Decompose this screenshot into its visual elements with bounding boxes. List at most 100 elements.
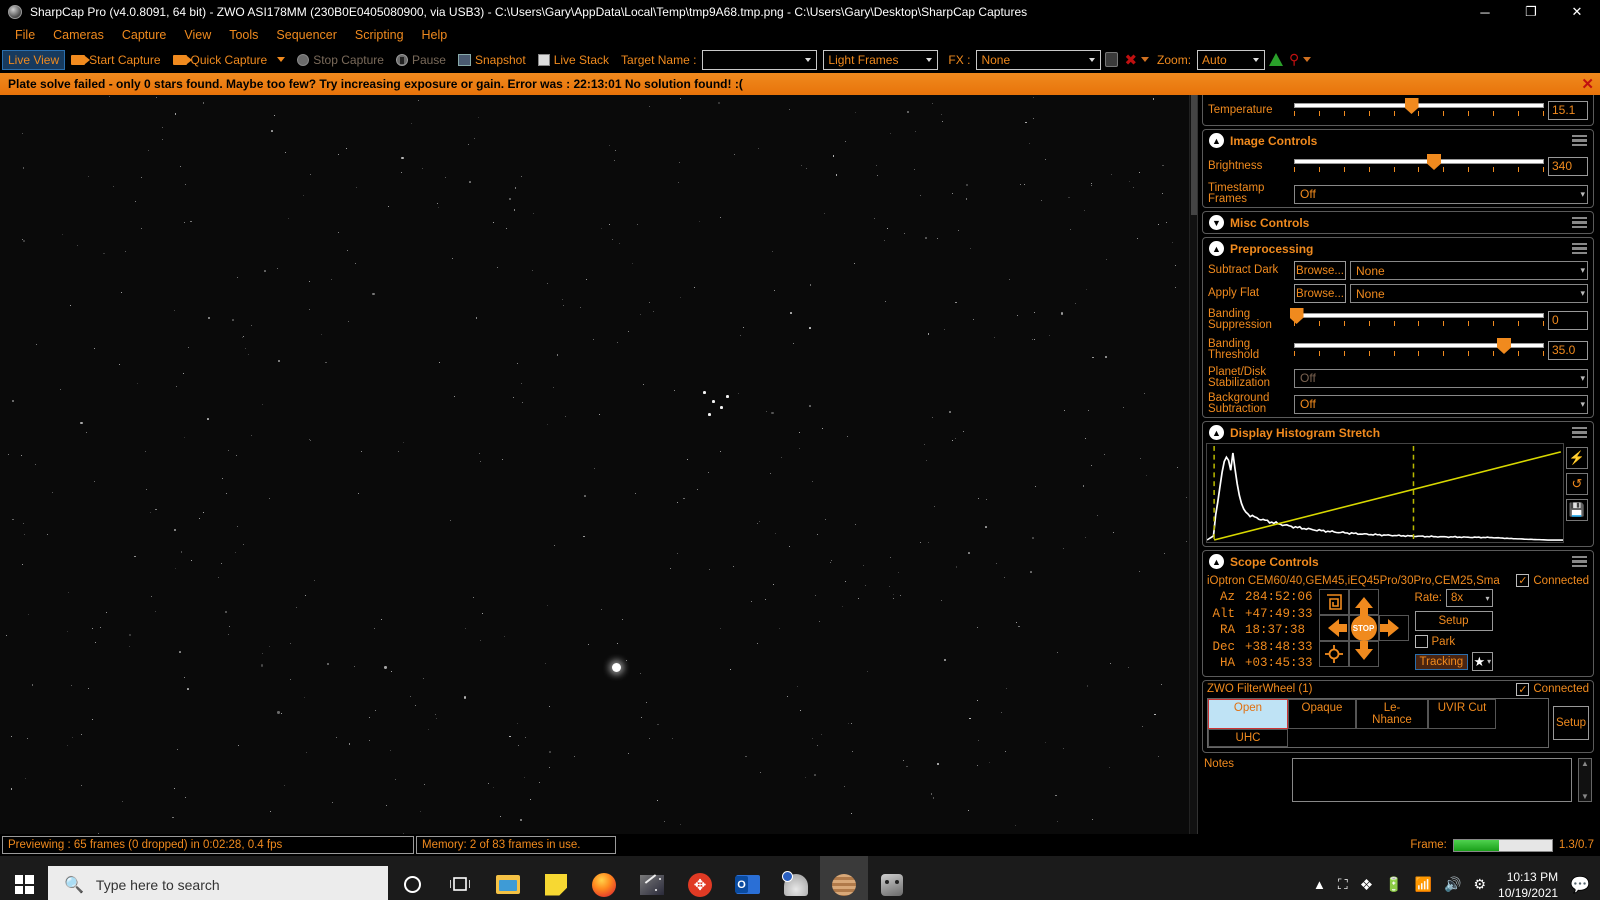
banding-threshold-slider[interactable] <box>1294 337 1544 363</box>
minimize-button[interactable]: ─ <box>1462 0 1508 24</box>
chevron-down-icon[interactable] <box>1141 57 1150 62</box>
quick-capture-button[interactable]: Quick Capture <box>167 50 292 70</box>
subtract-dark-select[interactable]: None ▾ <box>1350 261 1588 280</box>
banding-suppression-value[interactable]: 0 <box>1548 310 1588 330</box>
save-icon[interactable]: 💾 <box>1566 499 1588 521</box>
menu-item-cameras[interactable]: Cameras <box>44 26 113 44</box>
rate-select[interactable]: 8x ▾ <box>1446 589 1493 607</box>
chevron-down-icon[interactable]: ▾ <box>1580 399 1585 410</box>
stop-capture-button[interactable]: Stop Capture <box>291 50 390 70</box>
filter-button-opaque[interactable]: Opaque <box>1288 698 1356 729</box>
chevron-down-icon[interactable]: ▼ <box>1209 215 1224 230</box>
chevron-down-icon[interactable] <box>801 51 814 69</box>
crosshair-button[interactable]: ✖ <box>1122 49 1151 71</box>
tracking-mode-select[interactable]: ★ ▾ <box>1472 652 1493 671</box>
start-button[interactable] <box>0 856 48 900</box>
snapshot-button[interactable]: Snapshot <box>452 50 532 70</box>
preprocessing-header[interactable]: ▲ Preprocessing <box>1203 238 1593 259</box>
notes-textarea[interactable] <box>1292 757 1572 802</box>
pause-button[interactable]: Pause <box>390 50 452 70</box>
filter-button-uhc[interactable]: UHC <box>1208 728 1288 747</box>
chevron-down-icon[interactable]: ▾ <box>1486 594 1490 603</box>
notifications-icon[interactable]: 💬 <box>1570 875 1590 895</box>
scope-setup-button[interactable]: Setup <box>1414 611 1493 631</box>
filterwheel-setup-button[interactable]: Setup <box>1553 705 1589 740</box>
menu-item-capture[interactable]: Capture <box>113 26 175 44</box>
temperature-value[interactable]: 15.1 <box>1548 100 1588 120</box>
menu-item-tools[interactable]: Tools <box>220 26 267 44</box>
histogram-stretch-header[interactable]: ▲ Display Histogram Stretch <box>1203 422 1593 443</box>
reticule-button[interactable] <box>1101 50 1122 69</box>
frame-type-select[interactable]: Light Frames <box>823 49 939 70</box>
scroll-down-icon[interactable]: ▼ <box>1581 792 1589 801</box>
robot-icon[interactable] <box>868 856 916 900</box>
live-stack-button[interactable]: Live Stack <box>532 50 615 70</box>
misc-controls-header[interactable]: ▼ Misc Controls <box>1203 212 1593 233</box>
chevron-up-icon[interactable]: ▲ <box>1209 425 1224 440</box>
image-controls-header[interactable]: ▲ Image Controls <box>1203 130 1593 151</box>
filterwheel-connected-checkbox[interactable]: ✓ <box>1516 682 1530 696</box>
banding-threshold-value[interactable]: 35.0 <box>1548 340 1588 360</box>
dome-icon[interactable] <box>772 856 820 900</box>
chevron-down-icon[interactable] <box>277 57 286 62</box>
planet-disk-stabilization-select[interactable]: Off ▾ <box>1294 368 1588 388</box>
plate-solve-button[interactable]: ⚲ <box>1287 49 1313 70</box>
menu-hamburger-icon[interactable] <box>1572 555 1587 568</box>
live-view-button[interactable]: Live View <box>2 49 66 70</box>
chevron-down-icon[interactable]: ▾ <box>1580 373 1585 384</box>
chevron-down-icon[interactable]: ▾ <box>1580 265 1585 276</box>
timestamp-frames-select[interactable]: Off ▾ <box>1294 184 1588 204</box>
task-view-icon[interactable] <box>436 856 484 900</box>
apply-flat-select[interactable]: None ▾ <box>1350 284 1588 303</box>
chevron-down-icon[interactable] <box>1249 51 1262 69</box>
chevron-down-icon[interactable]: ▾ <box>1580 189 1585 200</box>
center-target-button[interactable] <box>1318 641 1349 667</box>
chevron-down-icon[interactable]: ▾ <box>1487 657 1491 666</box>
apply-flat-browse-button[interactable]: Browse... <box>1294 284 1346 303</box>
zoom-select[interactable]: Auto <box>1197 49 1266 70</box>
chevron-up-icon[interactable]: ▲ <box>1209 241 1224 256</box>
move-up-button[interactable] <box>1348 589 1379 616</box>
start-capture-button[interactable]: Start Capture <box>65 50 166 70</box>
brightness-slider[interactable] <box>1294 153 1544 179</box>
volume-icon[interactable]: 🔊 <box>1444 876 1461 893</box>
file-explorer-icon[interactable] <box>484 856 532 900</box>
reset-icon[interactable]: ↺ <box>1566 473 1588 495</box>
chevron-up-icon[interactable]: ▲ <box>1209 554 1224 569</box>
clock[interactable]: 10:13 PM 10/19/2021 <box>1498 869 1558 900</box>
menu-hamburger-icon[interactable] <box>1572 242 1587 255</box>
menu-item-file[interactable]: File <box>6 26 44 44</box>
firefox-icon[interactable] <box>580 856 628 900</box>
show-hidden-icons-chevron-icon[interactable]: ▲ <box>1313 877 1326 892</box>
background-subtraction-select[interactable]: Off ▾ <box>1294 394 1588 414</box>
bluetooth-icon[interactable]: ⚙ <box>1473 876 1486 893</box>
panel-scrollbar[interactable] <box>1190 95 1198 834</box>
menu-hamburger-icon[interactable] <box>1572 216 1587 229</box>
wifi-icon[interactable]: 📶 <box>1415 876 1432 893</box>
menu-item-view[interactable]: View <box>175 26 220 44</box>
sharpcap-icon[interactable] <box>628 856 676 900</box>
dropbox-icon[interactable]: ❖ <box>1360 876 1373 894</box>
spiral-search-button[interactable] <box>1318 589 1349 615</box>
camera-preview[interactable] <box>0 95 1190 834</box>
move-left-button[interactable] <box>1318 615 1349 641</box>
fx-select[interactable]: None <box>976 49 1102 70</box>
histogram-button[interactable] <box>1265 51 1287 68</box>
menu-hamburger-icon[interactable] <box>1572 426 1587 439</box>
sticky-notes-icon[interactable] <box>532 856 580 900</box>
menu-item-help[interactable]: Help <box>413 26 457 44</box>
filter-button-lenhance[interactable]: Le-Nhance <box>1356 698 1428 729</box>
chevron-down-icon[interactable]: ▾ <box>1580 288 1585 299</box>
scope-connected-checkbox[interactable]: ✓ <box>1516 574 1530 587</box>
filter-button-uvircut[interactable]: UVIR Cut <box>1428 698 1496 729</box>
move-right-button[interactable] <box>1378 615 1409 641</box>
scope-mount-name[interactable]: iOptron CEM60/40,GEM45,iEQ45Pro/30Pro,CE… <box>1207 575 1512 587</box>
menu-item-scripting[interactable]: Scripting <box>346 26 413 44</box>
chevron-down-icon[interactable] <box>1085 51 1098 69</box>
chevron-down-icon[interactable] <box>922 51 935 69</box>
target-name-input[interactable] <box>702 49 818 70</box>
outlook-icon[interactable]: O <box>724 856 772 900</box>
histogram-plot[interactable] <box>1206 443 1564 543</box>
tracking-button[interactable]: Tracking <box>1414 653 1469 670</box>
temperature-slider[interactable] <box>1294 97 1544 123</box>
